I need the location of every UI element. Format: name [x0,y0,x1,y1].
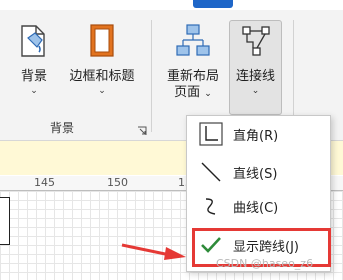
chevron-down-icon: ⌄ [251,86,260,96]
connector-button[interactable]: 连接线 ⌄ [229,24,282,96]
relayout-label-line2: 页面 ⌄ [174,85,212,100]
straight-line-icon [199,160,223,184]
annotation-arrow-icon [120,240,188,264]
connector-label: 连接线 [235,69,275,84]
right-angle-connector-icon [199,122,223,146]
background-icon [18,24,50,62]
menu-item-label: 直线(S) [233,166,278,182]
background-button[interactable]: 背景 ⌄ [14,24,54,96]
relayout-page-button[interactable]: 重新布局 页面 ⌄ [160,24,226,102]
watermark: CSDN @haseo_z6 [216,257,314,270]
menu-item-curved[interactable]: 曲线(C) [187,190,330,222]
ribbon-tab-active[interactable] [193,0,233,8]
menu-item-right-angle[interactable]: 直角(R) [187,118,330,150]
group-divider [151,20,152,132]
ruler-tick-label: 150 [107,176,128,189]
borders-titles-button[interactable]: 边框和标题 ⌄ [64,24,140,96]
borders-titles-icon [88,24,116,62]
menu-item-label: 直角(R) [233,128,279,144]
background-button-label: 背景 [20,69,47,84]
curved-line-icon [199,194,223,218]
ribbon-tab-strip [0,0,343,10]
chevron-down-icon: ⌄ [30,86,38,96]
relayout-label-line1: 重新布局 [166,69,219,84]
borders-titles-label: 边框和标题 [69,69,135,84]
group-label-background: 背景 [50,121,75,135]
connector-icon [240,24,272,62]
ruler-tick-label: 145 [34,176,55,189]
relayout-icon [175,24,211,62]
menu-item-label: 曲线(C) [233,200,279,216]
chevron-down-icon: ⌄ [98,86,106,96]
dialog-launcher-icon[interactable] [137,121,147,140]
menu-item-straight[interactable]: 直线(S) [187,156,330,188]
canvas-shape[interactable] [0,197,10,245]
